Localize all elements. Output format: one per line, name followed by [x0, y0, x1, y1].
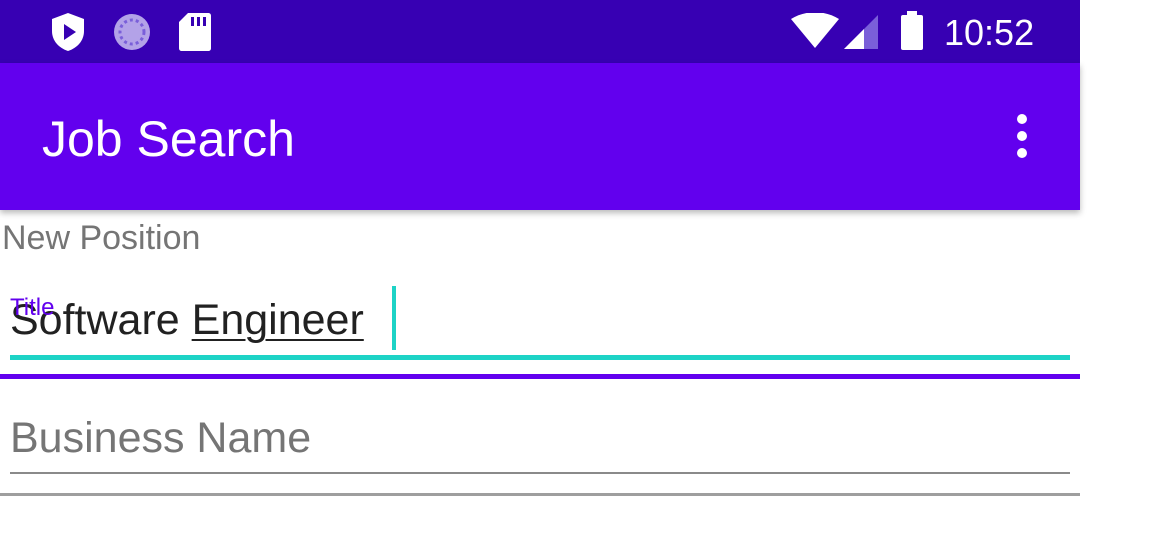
cell-signal-icon [844, 15, 878, 49]
section-label: New Position [2, 219, 201, 257]
title-floating-label: Title [10, 294, 55, 321]
app-bar: Job Search [0, 63, 1080, 210]
title-value-word2: Engineer [191, 296, 364, 344]
sd-card-icon [179, 13, 211, 51]
title-input-underline [10, 355, 1070, 360]
business-field-divider [0, 493, 1080, 496]
battery-icon [901, 11, 923, 50]
status-bar: 10:52 [0, 0, 1080, 63]
clock: 10:52 [944, 12, 1035, 53]
shield-play-icon [52, 13, 84, 51]
business-name-placeholder: Business Name [10, 414, 312, 462]
sync-icon [114, 14, 150, 50]
app-title: Job Search [42, 111, 295, 167]
wifi-icon [791, 13, 839, 48]
more-vert-icon[interactable] [1000, 111, 1044, 161]
title-field-divider [0, 374, 1080, 379]
title-input-value[interactable]: Software Engineer [10, 294, 364, 346]
text-cursor [392, 286, 396, 350]
business-name-underline [10, 472, 1070, 474]
